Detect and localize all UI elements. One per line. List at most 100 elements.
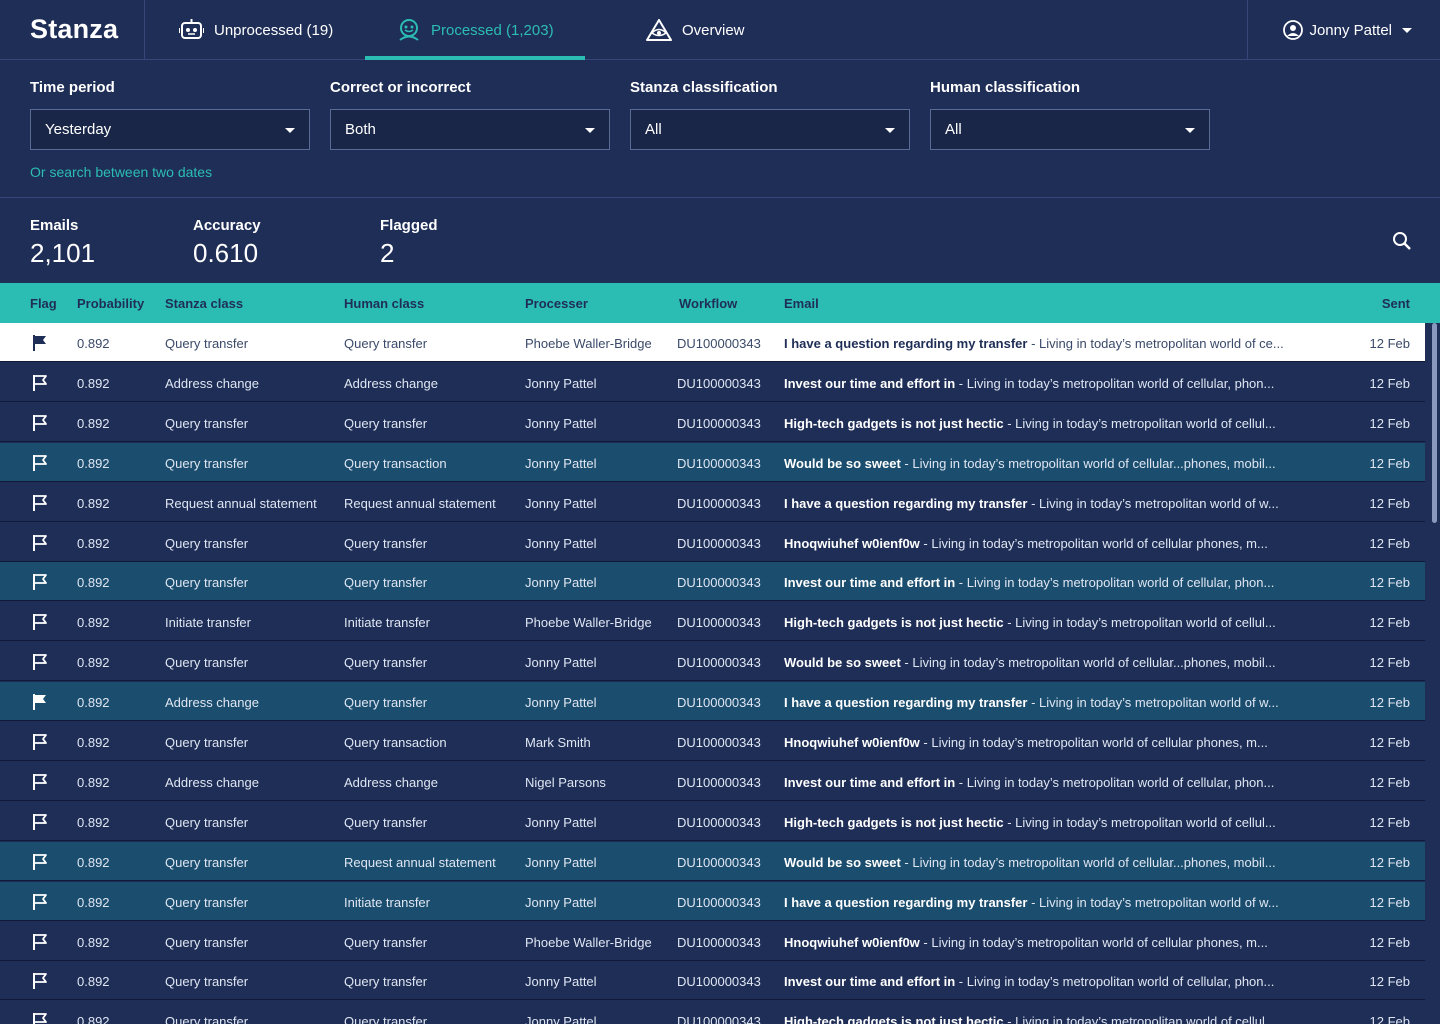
cell-probability: 0.892 [77, 655, 110, 671]
correct-select[interactable]: Both [330, 109, 610, 150]
cell-workflow: DU100000343 [677, 415, 761, 431]
nav-divider [1247, 0, 1248, 60]
eye-triangle-icon [646, 19, 672, 41]
cell-stanza-class: Query transfer [165, 894, 249, 910]
cell-probability: 0.892 [77, 575, 110, 591]
cell-email: Would be so sweet - Living in today’s me… [784, 655, 1296, 670]
cell-workflow: DU100000343 [677, 894, 761, 910]
table-row[interactable]: 0.892 Query transfer Query transfer Jonny P… [0, 801, 1425, 841]
cell-processer: Nigel Parsons [525, 774, 606, 790]
column-header-sent[interactable]: Sent [1382, 296, 1410, 311]
flag-icon[interactable] [32, 1012, 48, 1024]
cell-probability: 0.892 [77, 615, 110, 631]
table-row[interactable]: 0.892 Query transfer Query transfer Jonny P… [0, 562, 1425, 602]
table-row[interactable]: 0.892 Address change Address change Jonny P… [0, 362, 1425, 402]
cell-probability: 0.892 [77, 814, 110, 830]
flag-icon[interactable] [32, 494, 48, 512]
cell-stanza-class: Query transfer [165, 1014, 249, 1024]
table-row[interactable]: 0.892 Query transfer Request annual statem… [0, 841, 1425, 881]
column-header-processer[interactable]: Processer [525, 296, 588, 311]
cell-human-class: Query transfer [344, 1014, 428, 1024]
tab-label: Unprocessed (19) [214, 21, 334, 39]
column-header-human-class[interactable]: Human class [344, 296, 424, 311]
table-row[interactable]: 0.892 Query transfer Query transfer Jonny P… [0, 402, 1425, 442]
tab-unprocessed[interactable]: Unprocessed (19) [179, 0, 333, 60]
flag-icon[interactable] [32, 454, 48, 472]
cell-processer: Jonny Pattel [525, 854, 597, 870]
flag-icon[interactable] [32, 613, 48, 631]
flag-icon[interactable] [32, 813, 48, 831]
flag-icon[interactable] [32, 733, 48, 751]
email-subject: I have a question regarding my transfer [784, 495, 1028, 511]
table-row[interactable]: 0.892 Address change Address change Nigel P… [0, 761, 1425, 801]
column-header-email[interactable]: Email [784, 296, 819, 311]
flag-filled-icon[interactable] [32, 693, 48, 711]
table-row[interactable]: 0.892 Request annual statement Request ann… [0, 482, 1425, 522]
cell-email: Invest our time and effort in - Living i… [784, 376, 1296, 391]
stanza-class-select[interactable]: All [630, 109, 910, 150]
table-row[interactable]: 0.892 Initiate transfer Initiate transfer P… [0, 602, 1425, 642]
flag-icon[interactable] [32, 972, 48, 990]
search-button[interactable] [1392, 231, 1412, 256]
cell-email: Would be so sweet - Living in today’s me… [784, 855, 1296, 870]
flag-icon[interactable] [32, 414, 48, 432]
email-preview: - Living in today’s metropolitan world o… [923, 934, 1268, 950]
email-subject: I have a question regarding my transfer [784, 894, 1028, 910]
column-header-probability[interactable]: Probability [77, 296, 144, 311]
column-header-workflow[interactable]: Workflow [679, 296, 737, 311]
human-class-select[interactable]: All [930, 109, 1210, 150]
table-row[interactable]: 0.892 Query transfer Query transfer Phoebe … [0, 921, 1425, 961]
flag-icon[interactable] [32, 773, 48, 791]
date-range-link[interactable]: Or search between two dates [30, 164, 212, 180]
cell-sent: 12 Feb [1369, 894, 1410, 910]
scrollbar-thumb[interactable] [1432, 323, 1437, 523]
email-subject: Invest our time and effort in [784, 375, 959, 391]
flag-icon[interactable] [32, 853, 48, 871]
email-preview: - Living in today’s metropolitan world o… [1027, 495, 1279, 511]
brand-logo[interactable]: Stanza [30, 14, 118, 45]
table-row[interactable]: 0.892 Query transfer Query transfer Jonny P… [0, 522, 1425, 562]
cell-email: High-tech gadgets is not just hectic - L… [784, 416, 1296, 431]
time-period-select[interactable]: Yesterday [30, 109, 310, 150]
flag-icon[interactable] [32, 893, 48, 911]
flag-icon[interactable] [32, 534, 48, 552]
table-row[interactable]: 0.892 Query transfer Query transaction Mark… [0, 722, 1425, 761]
column-header-stanza-class[interactable]: Stanza class [165, 296, 243, 311]
table-row[interactable]: 0.892 Query transfer Query transaction Jonn… [0, 442, 1425, 482]
cell-processer: Jonny Pattel [525, 495, 597, 511]
user-menu[interactable]: Jonny Pattel [1283, 0, 1412, 60]
email-preview: - Living in today’s metropolitan world o… [958, 575, 1275, 591]
tab-overview[interactable]: Overview [646, 0, 745, 60]
flag-icon[interactable] [32, 933, 48, 951]
cell-stanza-class: Address change [165, 695, 259, 711]
filter-label: Stanza classification [630, 79, 778, 96]
cell-stanza-class: Initiate transfer [165, 615, 251, 631]
flag-icon[interactable] [32, 374, 48, 392]
cell-human-class: Address change [344, 375, 438, 391]
cell-processer: Jonny Pattel [525, 695, 597, 711]
flag-icon[interactable] [32, 653, 48, 671]
cell-email: Invest our time and effort in - Living i… [784, 775, 1296, 790]
table-row[interactable]: 0.892 Query transfer Query transfer Jonny P… [0, 961, 1425, 1001]
chevron-down-icon [885, 128, 895, 133]
cell-stanza-class: Query transfer [165, 854, 249, 870]
cell-workflow: DU100000343 [677, 495, 761, 511]
table-row[interactable]: 0.892 Query transfer Query transfer Jonny P… [0, 1001, 1425, 1024]
cell-stanza-class: Query transfer [165, 415, 249, 431]
table-row[interactable]: 0.892 Query transfer Initiate transfer Jonn… [0, 881, 1425, 921]
cell-processer: Jonny Pattel [525, 974, 597, 990]
filter-label: Correct or incorrect [330, 79, 471, 96]
table-row[interactable]: 0.892 Query transfer Query transfer Jonny P… [0, 642, 1425, 682]
table-row[interactable]: 0.892 Query transfer Query transfer Phoebe … [0, 323, 1425, 362]
cell-workflow: DU100000343 [677, 735, 761, 750]
flag-filled-icon[interactable] [32, 334, 48, 352]
cell-stanza-class: Query transfer [165, 455, 249, 471]
table-row[interactable]: 0.892 Address change Query transfer Jonny P… [0, 682, 1425, 722]
stat-flagged: Flagged 2 [380, 217, 438, 269]
cell-processer: Jonny Pattel [525, 814, 597, 830]
column-header-flag[interactable]: Flag [30, 296, 57, 311]
cell-workflow: DU100000343 [677, 655, 761, 671]
flag-icon[interactable] [32, 573, 48, 591]
cell-email: High-tech gadgets is not just hectic - L… [784, 815, 1296, 830]
tab-processed[interactable]: Processed (1,203) [397, 0, 554, 60]
